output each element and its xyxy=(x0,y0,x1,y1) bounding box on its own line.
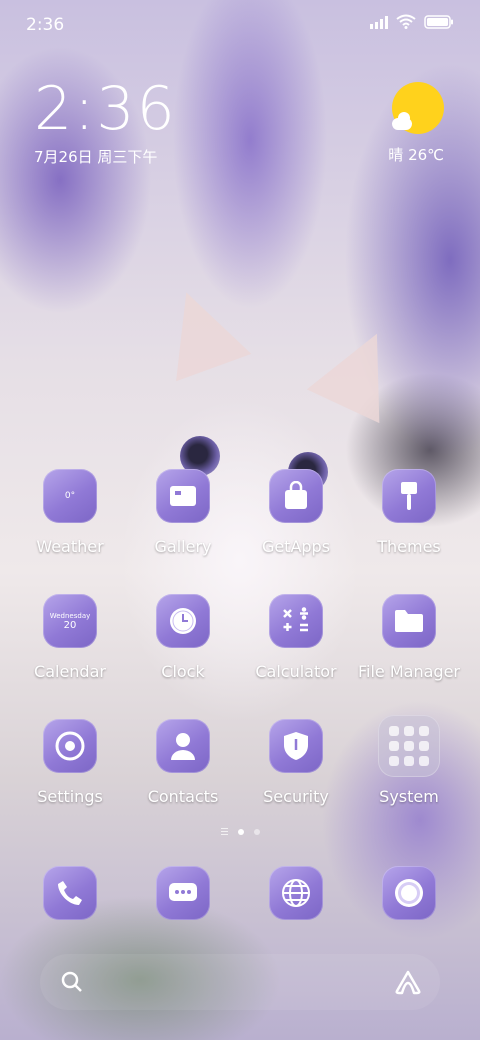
camera-icon xyxy=(382,866,436,920)
app-label: Calculator xyxy=(255,662,337,681)
search-bar[interactable] xyxy=(40,954,440,1010)
paintbrush-icon xyxy=(382,469,436,523)
app-label: Calendar xyxy=(34,662,106,681)
app-label: Gallery xyxy=(154,537,212,556)
gear-icon xyxy=(43,719,97,773)
app-system-folder[interactable]: System xyxy=(353,715,465,806)
weather-icon-text: 0° xyxy=(64,491,76,501)
page-list-icon xyxy=(220,828,228,835)
status-bar: 2:36 xyxy=(0,0,480,50)
clock-widget[interactable]: 2:36 7月26日 周三下午 xyxy=(34,78,177,167)
gallery-icon xyxy=(156,469,210,523)
weather-temperature: 26℃ xyxy=(408,146,444,164)
app-file-manager[interactable]: File Manager xyxy=(353,594,465,681)
app-label: Themes xyxy=(377,537,441,556)
app-label: Settings xyxy=(37,787,103,806)
app-label: Clock xyxy=(161,662,205,681)
browser-icon xyxy=(269,866,323,920)
app-label: File Manager xyxy=(358,662,460,681)
dock-phone[interactable] xyxy=(14,866,126,920)
messages-icon xyxy=(156,866,210,920)
folder-grid-icon xyxy=(378,715,440,777)
clock-widget-time: 2:36 xyxy=(34,74,177,144)
app-calendar[interactable]: Wednesday 20 Calendar xyxy=(14,594,126,681)
app-label: Contacts xyxy=(147,787,219,806)
shopping-bag-icon xyxy=(269,469,323,523)
app-themes[interactable]: Themes xyxy=(353,469,465,556)
clock-icon xyxy=(156,594,210,648)
app-label: Security xyxy=(263,787,329,806)
app-settings[interactable]: Settings xyxy=(14,719,126,806)
app-label: System xyxy=(379,787,439,806)
wifi-icon xyxy=(396,14,416,29)
weather-summary: 晴 26℃ xyxy=(364,144,444,165)
status-icons xyxy=(370,14,454,29)
dock-browser[interactable] xyxy=(240,866,352,920)
app-label: Weather xyxy=(36,537,104,556)
weather-condition: 晴 xyxy=(388,146,404,164)
folder-icon xyxy=(382,594,436,648)
calendar-icon-date: 20 xyxy=(63,620,77,631)
calendar-icon: Wednesday 20 xyxy=(43,594,97,648)
dock-messages[interactable] xyxy=(127,866,239,920)
app-contacts[interactable]: Contacts xyxy=(127,719,239,806)
clock-widget-date: 7月26日 周三下午 xyxy=(34,148,158,166)
app-gallery[interactable]: Gallery xyxy=(127,469,239,556)
page-indicator[interactable] xyxy=(0,828,480,835)
weather-app-icon: 0° xyxy=(43,469,97,523)
person-icon xyxy=(156,719,210,773)
app-label: GetApps xyxy=(261,537,331,556)
phone-icon xyxy=(43,866,97,920)
app-calculator[interactable]: Calculator xyxy=(240,594,352,681)
status-time: 2:36 xyxy=(26,15,65,35)
app-security[interactable]: Security xyxy=(240,719,352,806)
assistant-icon[interactable] xyxy=(394,969,422,995)
app-clock[interactable]: Clock xyxy=(127,594,239,681)
app-weather[interactable]: 0° Weather xyxy=(14,469,126,556)
dock-camera[interactable] xyxy=(353,866,465,920)
battery-icon xyxy=(424,14,453,29)
wallpaper-cat-ear-right xyxy=(306,316,414,424)
app-getapps[interactable]: GetApps xyxy=(240,469,352,556)
page-dot-active xyxy=(237,828,244,835)
weather-widget[interactable]: 晴 26℃ xyxy=(364,82,444,165)
sunny-icon xyxy=(392,82,444,134)
calculator-icon xyxy=(269,594,323,648)
signal-icon xyxy=(370,15,388,29)
wallpaper-cat-ear-left xyxy=(148,278,252,382)
search-icon[interactable] xyxy=(60,970,84,994)
page-dot xyxy=(253,828,260,835)
shield-icon xyxy=(269,719,323,773)
